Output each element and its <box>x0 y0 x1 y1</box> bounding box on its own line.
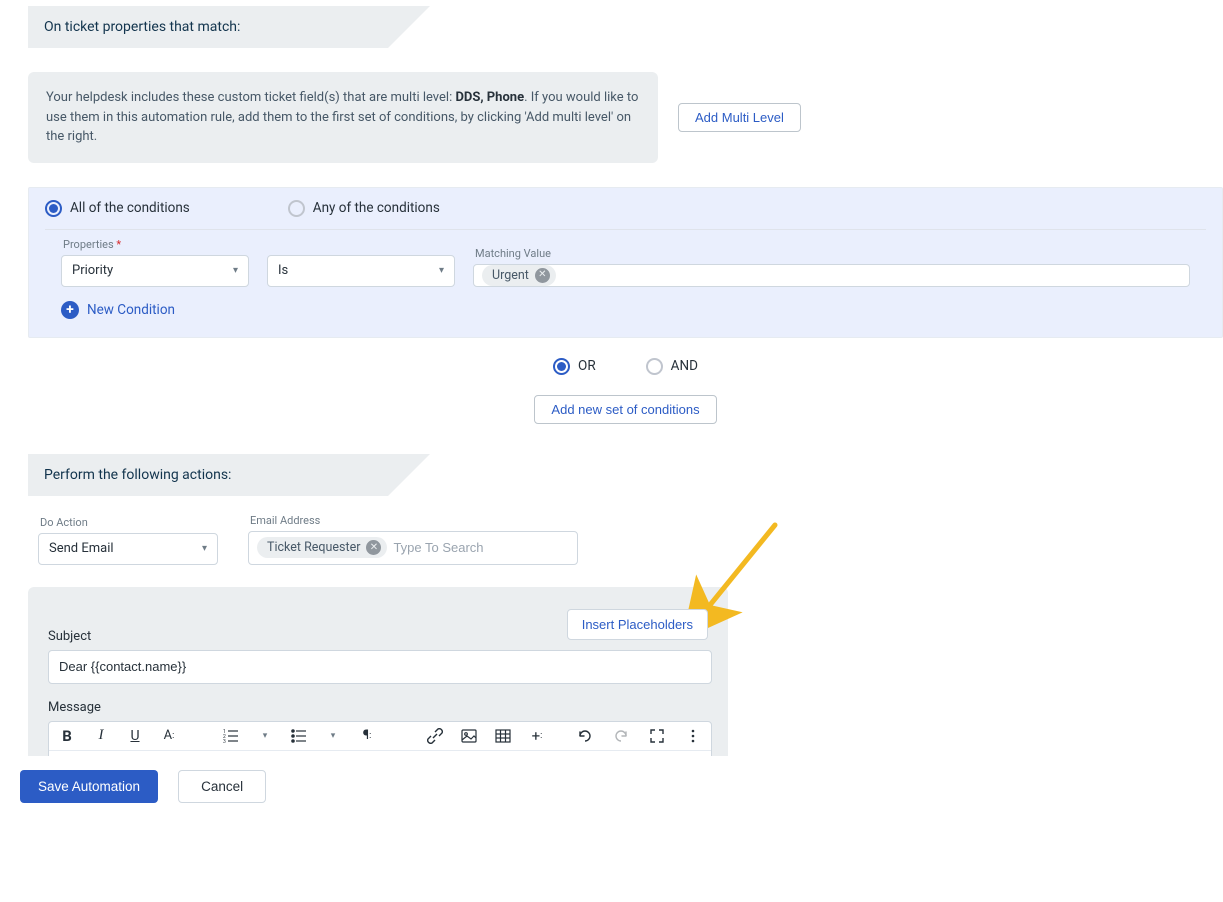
radio-all-conditions[interactable]: All of the conditions <box>45 200 190 217</box>
multi-level-info: Your helpdesk includes these custom tick… <box>28 72 658 163</box>
svg-text:3: 3 <box>223 739 226 744</box>
font-icon[interactable]: A: <box>161 728 177 744</box>
table-icon[interactable] <box>495 728 511 744</box>
message-label: Message <box>48 700 708 715</box>
chevron-down-icon[interactable]: ▾ <box>257 728 273 744</box>
new-condition-button[interactable]: + New Condition <box>45 287 1206 337</box>
radio-unselected-icon <box>646 358 663 375</box>
radio-unselected-icon <box>288 200 305 217</box>
matching-value-input[interactable]: Urgent ✕ <box>473 264 1190 287</box>
section-actions-header: Perform the following actions: <box>28 454 388 496</box>
section-conditions-title: On ticket properties that match: <box>44 19 240 35</box>
plus-icon: + <box>61 301 79 319</box>
properties-select[interactable]: Priority <box>61 255 249 287</box>
paragraph-icon[interactable]: ¶: <box>359 728 375 744</box>
section-actions-title: Perform the following actions: <box>44 467 231 483</box>
rte-toolbar: B I U A: 123 ▾ ▾ ¶: <box>49 722 711 751</box>
do-action-label: Do Action <box>38 516 218 529</box>
do-action-select[interactable]: Send Email <box>38 533 218 565</box>
ordered-list-icon[interactable]: 123 <box>223 728 239 744</box>
properties-label: Properties * <box>61 238 249 251</box>
link-icon[interactable] <box>427 728 443 744</box>
section-conditions-header: On ticket properties that match: <box>28 6 388 48</box>
save-automation-button[interactable]: Save Automation <box>20 770 158 803</box>
insert-placeholders-button[interactable]: Insert Placeholders <box>567 609 708 640</box>
remove-chip-icon[interactable]: ✕ <box>366 540 381 555</box>
redo-icon[interactable] <box>613 728 629 744</box>
email-chip: Ticket Requester ✕ <box>257 537 387 558</box>
footer-bar: Save Automation Cancel <box>0 756 1223 817</box>
operator-select[interactable]: Is <box>267 255 455 287</box>
more-format-icon[interactable]: +: <box>529 728 545 744</box>
bold-icon[interactable]: B <box>59 728 75 744</box>
underline-icon[interactable]: U <box>127 728 143 744</box>
value-chip: Urgent ✕ <box>482 265 556 286</box>
email-search-input[interactable] <box>393 540 569 555</box>
radio-any-conditions[interactable]: Any of the conditions <box>288 200 440 217</box>
undo-icon[interactable] <box>577 728 593 744</box>
add-multi-level-button[interactable]: Add Multi Level <box>678 103 801 132</box>
radio-selected-icon <box>45 200 62 217</box>
email-address-field[interactable]: Ticket Requester ✕ <box>248 531 578 565</box>
italic-icon[interactable]: I <box>93 728 109 744</box>
subject-input[interactable] <box>48 650 712 684</box>
conditions-panel: All of the conditions Any of the conditi… <box>28 187 1223 338</box>
radio-or[interactable]: OR <box>553 358 596 375</box>
fullscreen-icon[interactable] <box>649 728 665 744</box>
email-address-label: Email Address <box>248 514 578 527</box>
radio-selected-icon <box>553 358 570 375</box>
add-new-set-button[interactable]: Add new set of conditions <box>534 395 716 424</box>
chevron-down-icon[interactable]: ▾ <box>325 728 341 744</box>
matching-value-label: Matching Value <box>473 247 1190 260</box>
radio-and[interactable]: AND <box>646 358 698 375</box>
more-icon[interactable] <box>685 728 701 744</box>
cancel-button[interactable]: Cancel <box>178 770 266 803</box>
unordered-list-icon[interactable] <box>291 728 307 744</box>
image-icon[interactable] <box>461 728 477 744</box>
remove-chip-icon[interactable]: ✕ <box>535 268 550 283</box>
